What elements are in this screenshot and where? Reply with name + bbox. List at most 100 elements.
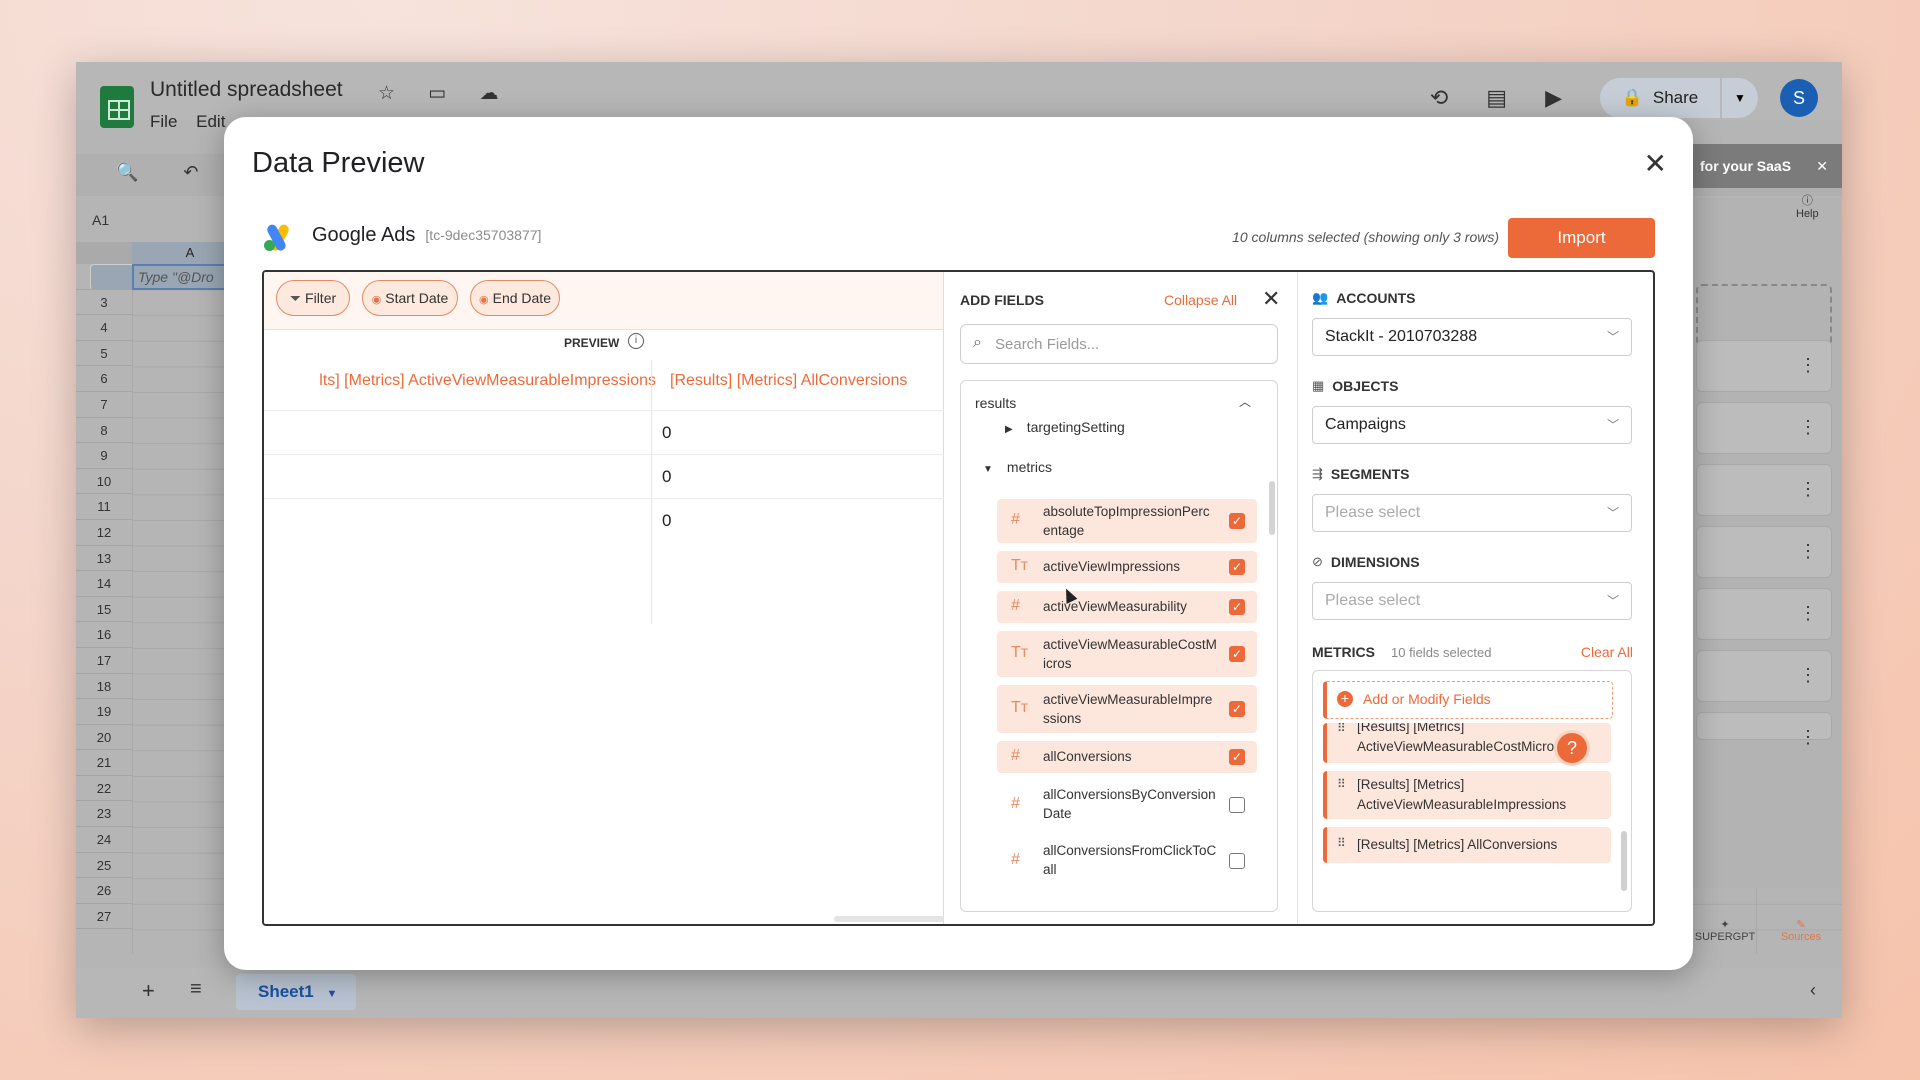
checkbox[interactable] <box>1229 853 1245 869</box>
more-vert-icon[interactable]: ⋮ <box>1799 355 1817 376</box>
add-modify-fields-button[interactable]: + Add or Modify Fields <box>1323 681 1613 719</box>
side-card[interactable]: ⋮ <box>1696 588 1832 640</box>
row-number[interactable]: 7 <box>76 392 132 418</box>
tree-node-metrics[interactable]: ▼ metrics <box>983 459 1052 475</box>
vertical-scrollbar[interactable] <box>1269 481 1275 535</box>
row-number[interactable]: 8 <box>76 418 132 444</box>
checkbox[interactable]: ✓ <box>1229 513 1245 529</box>
menu-file[interactable]: File <box>150 112 177 131</box>
checkbox[interactable]: ✓ <box>1229 701 1245 717</box>
tab-sources[interactable]: ✎ Sources <box>1766 918 1836 943</box>
dimensions-select[interactable]: Please select ﹀ <box>1312 582 1632 620</box>
field-item[interactable]: # absoluteTopImpressionPercentage ✓ <box>997 499 1257 543</box>
meet-icon[interactable]: ▶ <box>1545 85 1562 111</box>
side-card[interactable]: ⋮ <box>1696 650 1832 702</box>
close-icon[interactable]: ✕ <box>1262 286 1280 312</box>
help-icon[interactable]: ? <box>1554 730 1590 766</box>
more-vert-icon[interactable]: ⋮ <box>1799 603 1817 624</box>
add-sheet-icon[interactable]: + <box>142 978 155 1004</box>
row-number[interactable]: 5 <box>76 341 132 367</box>
clear-all-link[interactable]: Clear All <box>1581 644 1633 660</box>
checkbox[interactable]: ✓ <box>1229 559 1245 575</box>
history-icon[interactable]: ⟲ <box>1430 85 1448 111</box>
list-item[interactable]: ⠿ [Results] [Metrics] ActiveViewMeasurab… <box>1323 771 1611 819</box>
start-date-button[interactable]: ◉ Start Date <box>362 280 458 316</box>
row-number[interactable]: 24 <box>76 827 132 853</box>
more-vert-icon[interactable]: ⋮ <box>1799 479 1817 500</box>
all-sheets-icon[interactable]: ≡ <box>190 978 202 1001</box>
row-number[interactable]: 23 <box>76 801 132 828</box>
row-number[interactable]: 13 <box>76 546 132 572</box>
avatar[interactable]: S <box>1780 79 1818 117</box>
sheet-tab[interactable]: Sheet1 ▼ <box>236 974 356 1010</box>
row-number[interactable]: 27 <box>76 904 132 930</box>
row-number[interactable]: 25 <box>76 853 132 879</box>
row-number[interactable]: 6 <box>76 366 132 392</box>
row-number[interactable]: 19 <box>76 699 132 725</box>
drag-handle-icon[interactable]: ⠿ <box>1337 777 1346 791</box>
tab-supergpt[interactable]: ✦ SUPERGPT <box>1690 918 1760 943</box>
side-card[interactable]: ⋮ <box>1696 340 1832 392</box>
title-action-icons[interactable]: ☆ ▭ ☁ <box>378 82 513 105</box>
list-item[interactable]: ⠿ [Results] [Metrics] AllConversions <box>1323 827 1611 863</box>
tree-root-results[interactable]: results <box>975 395 1016 411</box>
segments-select[interactable]: Please select ﹀ <box>1312 494 1632 532</box>
table-header[interactable]: [Results] [Metrics] AllConversions <box>670 372 907 390</box>
checkbox[interactable]: ✓ <box>1229 599 1245 615</box>
menu-edit[interactable]: Edit <box>196 112 225 131</box>
row-number[interactable]: 15 <box>76 597 132 623</box>
import-button[interactable]: Import <box>1508 218 1655 258</box>
close-icon[interactable]: ✕ <box>1644 147 1667 180</box>
row-number[interactable]: 26 <box>76 878 132 904</box>
field-item[interactable]: Tт activeViewImpressions ✓ <box>997 551 1257 583</box>
row-number[interactable]: 21 <box>76 750 132 776</box>
row-number[interactable]: 16 <box>76 622 132 648</box>
collapse-all-link[interactable]: Collapse All <box>1164 292 1237 308</box>
more-vert-icon[interactable]: ⋮ <box>1799 727 1817 748</box>
chevron-up-icon[interactable]: ︿ <box>1239 393 1251 410</box>
filter-button[interactable]: ⏷ Filter <box>276 280 350 316</box>
field-item[interactable]: Tт activeViewMeasurableCostMicros ✓ <box>997 631 1257 677</box>
help-button[interactable]: ⓘ Help <box>1796 192 1819 220</box>
row-number[interactable]: 14 <box>76 571 132 597</box>
row-number[interactable]: 4 <box>76 315 132 341</box>
row-number[interactable]: 9 <box>76 443 132 469</box>
side-card[interactable]: ⋮ <box>1696 464 1832 516</box>
more-vert-icon[interactable]: ⋮ <box>1799 665 1817 686</box>
row-number[interactable]: 11 <box>76 494 132 520</box>
chevron-left-icon[interactable]: ‹ <box>1810 980 1816 1001</box>
side-card[interactable]: ⋮ <box>1696 526 1832 578</box>
row-number[interactable]: 18 <box>76 674 132 700</box>
doc-title[interactable]: Untitled spreadsheet <box>150 78 343 102</box>
tree-node-targeting[interactable]: ▶ targetingSetting <box>1005 419 1125 435</box>
checkbox[interactable]: ✓ <box>1229 749 1245 765</box>
close-icon[interactable]: ✕ <box>1816 144 1828 188</box>
field-item[interactable]: # allConversionsByConversionDate <box>997 781 1257 829</box>
field-item[interactable]: # allConversionsFromClickToCall <box>997 837 1257 885</box>
field-item[interactable]: Tт activeViewMeasurableImpressions ✓ <box>997 685 1257 733</box>
side-card[interactable]: ⋮ <box>1696 712 1832 747</box>
search-input[interactable] <box>995 333 1265 355</box>
row-number[interactable]: 12 <box>76 520 132 546</box>
drag-handle-icon[interactable]: ⠿ <box>1337 723 1346 735</box>
row-number[interactable]: 20 <box>76 725 132 751</box>
comments-icon[interactable]: ▤ <box>1486 85 1507 111</box>
end-date-button[interactable]: ◉ End Date <box>470 280 560 316</box>
row-number[interactable]: 22 <box>76 776 132 802</box>
vertical-scrollbar[interactable] <box>1621 831 1627 891</box>
info-icon[interactable]: i <box>628 333 644 349</box>
horizontal-scrollbar[interactable] <box>834 916 944 922</box>
more-vert-icon[interactable]: ⋮ <box>1799 417 1817 438</box>
field-item[interactable]: # allConversions ✓ <box>997 741 1257 773</box>
object-select[interactable]: Campaigns ﹀ <box>1312 406 1632 444</box>
name-box[interactable]: A1 <box>92 212 109 228</box>
share-dropdown-button[interactable]: ▼ <box>1722 78 1758 118</box>
drag-handle-icon[interactable]: ⠿ <box>1337 836 1346 850</box>
account-select[interactable]: StackIt - 2010703288 ﹀ <box>1312 318 1632 356</box>
share-button[interactable]: 🔒 Share <box>1600 78 1720 118</box>
checkbox[interactable] <box>1229 797 1245 813</box>
field-item[interactable]: # activeViewMeasurability ✓ <box>997 591 1257 623</box>
side-card[interactable]: ⋮ <box>1696 402 1832 454</box>
row-number[interactable]: 10 <box>76 469 132 495</box>
row-number[interactable]: 3 <box>76 290 132 316</box>
